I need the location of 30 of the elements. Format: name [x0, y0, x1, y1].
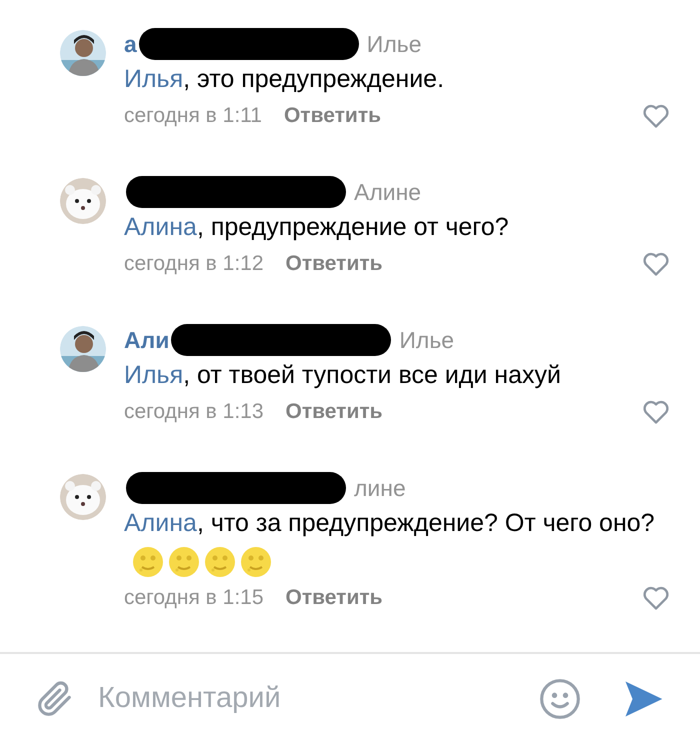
moon-face-icon — [168, 546, 200, 578]
avatar[interactable] — [60, 326, 106, 372]
comment-input[interactable]: Комментарий — [98, 677, 518, 721]
avatar[interactable] — [60, 30, 106, 76]
moon-face-icon — [132, 546, 164, 578]
timestamp: сегодня в 1:13 — [124, 399, 264, 426]
reply-to-name: лине — [354, 474, 406, 503]
comment-text: Илья, от твоей тупости все иди нахуй — [124, 360, 562, 391]
comment-text: Илья, это предупреждение. — [124, 64, 446, 95]
comment-text: Алина, что за предупреждение? От чего оно? — [124, 504, 664, 580]
heart-icon[interactable] — [642, 585, 670, 611]
reply-to-name: Илье — [366, 30, 422, 59]
reply-button[interactable]: Ответить — [286, 582, 383, 614]
heart-icon[interactable] — [642, 103, 670, 129]
smiley-icon[interactable] — [538, 677, 582, 721]
moon-face-icon — [204, 546, 236, 578]
comment-text: Алина, предупреждение от чего? — [124, 212, 510, 243]
timestamp: сегодня в 1:12 — [124, 251, 264, 278]
author-name[interactable]: а — [124, 26, 137, 62]
reply-to-name: Илье — [399, 326, 454, 355]
moon-face-icon — [240, 546, 272, 578]
timestamp: сегодня в 1:15 — [124, 585, 264, 612]
reply-button[interactable]: Ответить — [286, 396, 383, 428]
author-name[interactable]: Али — [124, 322, 170, 358]
heart-icon[interactable] — [642, 399, 670, 425]
heart-icon[interactable] — [642, 251, 670, 277]
reply-to-name: Алине — [354, 178, 422, 207]
reply-button[interactable]: Ответить — [284, 100, 382, 132]
reply-button[interactable]: Ответить — [286, 248, 383, 280]
timestamp: сегодня в 1:11 — [124, 103, 262, 130]
